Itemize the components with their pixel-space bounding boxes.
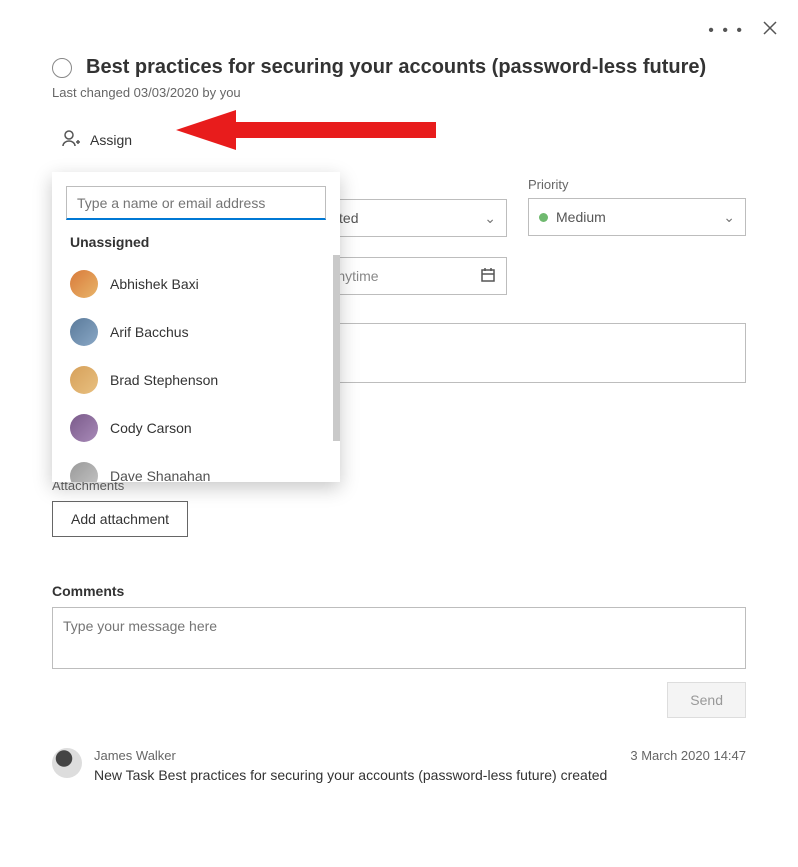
assign-search-input[interactable] — [66, 186, 326, 220]
task-complete-checkbox[interactable] — [52, 58, 72, 78]
add-attachment-button[interactable]: Add attachment — [52, 501, 188, 537]
person-name: Arif Bacchus — [110, 324, 189, 340]
person-option[interactable]: Abhishek Baxi — [66, 260, 326, 308]
person-option[interactable]: Brad Stephenson — [66, 356, 326, 404]
unassigned-heading: Unassigned — [66, 220, 326, 260]
priority-value: Medium — [556, 209, 606, 225]
avatar — [70, 462, 98, 482]
assign-person-icon — [60, 128, 80, 151]
avatar — [70, 414, 98, 442]
avatar — [70, 318, 98, 346]
activity-entry: James Walker 3 March 2020 14:47 New Task… — [52, 748, 746, 783]
priority-dropdown[interactable]: Medium ⌄ — [528, 198, 746, 236]
task-title: Best practices for securing your account… — [86, 56, 706, 79]
activity-text: New Task Best practices for securing you… — [94, 767, 746, 783]
person-option[interactable]: Dave Shanahan — [66, 452, 326, 482]
activity-author: James Walker — [94, 748, 176, 763]
scrollbar[interactable] — [333, 255, 340, 441]
person-name: Cody Carson — [110, 420, 192, 436]
avatar — [70, 270, 98, 298]
last-changed-meta: Last changed 03/03/2020 by you — [52, 85, 746, 100]
assign-button[interactable]: Assign — [52, 122, 140, 157]
comments-heading: Comments — [52, 583, 746, 599]
person-name: Brad Stephenson — [110, 372, 218, 388]
chevron-down-icon: ⌄ — [723, 209, 735, 226]
more-icon[interactable]: • • • — [708, 22, 744, 40]
assign-label: Assign — [90, 132, 132, 148]
comment-input[interactable] — [52, 607, 746, 669]
person-name: Dave Shanahan — [110, 468, 210, 482]
avatar — [70, 366, 98, 394]
chevron-down-icon: ⌄ — [484, 210, 496, 227]
person-option[interactable]: Cody Carson — [66, 404, 326, 452]
priority-dot-icon — [539, 213, 548, 222]
person-name: Abhishek Baxi — [110, 276, 199, 292]
close-icon[interactable] — [762, 20, 778, 41]
priority-label: Priority — [528, 177, 746, 192]
send-button[interactable]: Send — [667, 682, 746, 718]
person-option[interactable]: Arif Bacchus — [66, 308, 326, 356]
calendar-icon — [480, 267, 496, 286]
avatar — [52, 748, 82, 778]
annotation-arrow-icon — [176, 108, 436, 152]
activity-timestamp: 3 March 2020 14:47 — [630, 748, 746, 763]
assign-people-dropdown: Unassigned Abhishek Baxi Arif Bacchus Br… — [52, 172, 340, 482]
